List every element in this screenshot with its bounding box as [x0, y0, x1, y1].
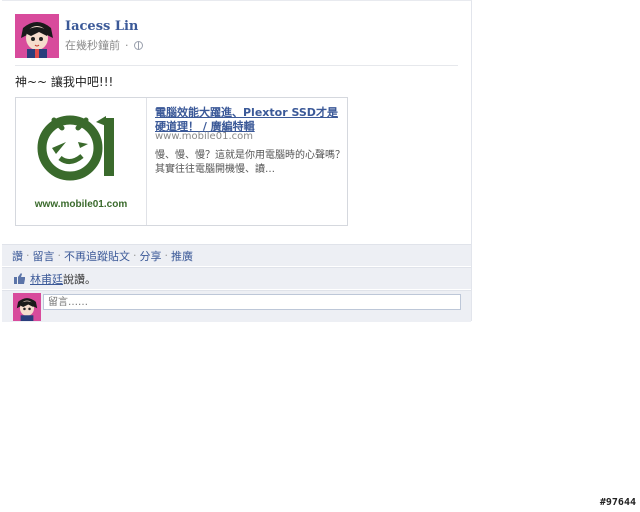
attachment-description: 慢、慢、慢？這就是你用電腦時的心聲嗎？其實往往電腦開機慢、讀…: [155, 150, 345, 175]
attachment-url: www.mobile01.com: [155, 131, 253, 142]
author-name[interactable]: Iacess Lin: [65, 19, 138, 34]
viewer-avatar: [13, 293, 41, 321]
like-link[interactable]: 讚: [12, 248, 23, 264]
post-message: 神~~ 讓我中吧!!!: [15, 75, 114, 89]
unfollow-link[interactable]: 不再追蹤貼文: [64, 248, 130, 264]
image-watermark: #97644: [599, 497, 636, 508]
comment-composer: [2, 290, 471, 322]
attachment-title[interactable]: 電腦效能大躍進、Plextor SSD才是硬道理！ / 廣編特輯: [155, 106, 341, 134]
feed-story: Iacess Lin 在幾秒鐘前 · 神~~ 讓我中吧!!! www.mobil…: [2, 0, 472, 322]
share-link[interactable]: 分享: [140, 248, 162, 264]
thumbnail-site-label: www.mobile01.com: [34, 199, 128, 210]
action-separator: ·: [26, 249, 30, 262]
comment-link[interactable]: 留言: [33, 248, 55, 264]
likes-text: 說讚。: [63, 272, 96, 286]
comment-input[interactable]: [43, 294, 461, 310]
action-separator: ·: [133, 249, 137, 262]
divider: [15, 65, 458, 66]
author-avatar[interactable]: [15, 14, 59, 58]
action-separator: ·: [57, 249, 62, 262]
action-separator: ·: [164, 249, 169, 262]
story-actions: 讚 · 留言 · 不再追蹤貼文 · 分享 · 推廣: [2, 244, 471, 266]
link-attachment[interactable]: www.mobile01.com 電腦效能大躍進、Plextor SSD才是硬道…: [15, 97, 348, 226]
globe-icon[interactable]: [133, 40, 143, 50]
post-timestamp[interactable]: 在幾秒鐘前: [65, 37, 120, 53]
thumbs-up-icon: [14, 273, 25, 284]
attachment-thumbnail[interactable]: www.mobile01.com: [16, 98, 147, 225]
liker-name[interactable]: 林甫廷: [30, 271, 63, 287]
meta-separator: ·: [125, 38, 129, 52]
promote-link[interactable]: 推廣: [171, 248, 193, 264]
post-meta: 在幾秒鐘前 ·: [65, 37, 143, 53]
mobile01-logo: [37, 115, 114, 181]
likes-row: 林甫廷 說讚。: [2, 267, 471, 289]
